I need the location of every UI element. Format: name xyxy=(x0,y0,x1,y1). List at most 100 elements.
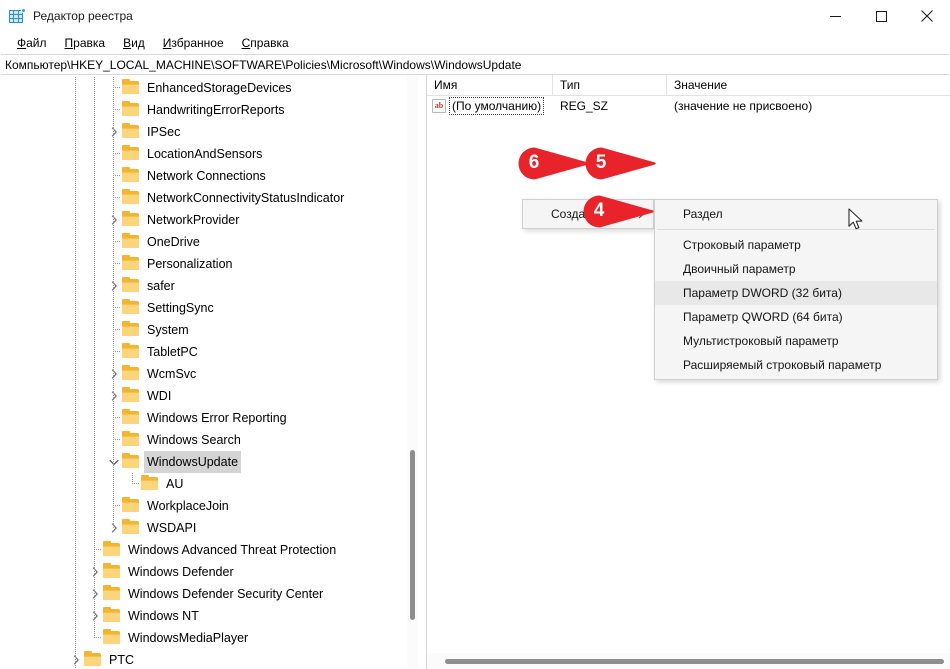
tree-item-networkprovider[interactable]: NetworkProvider xyxy=(0,209,399,231)
chevron-right-icon[interactable] xyxy=(87,561,103,583)
tree-connector xyxy=(106,77,122,99)
tree-item-windows-error-reporting[interactable]: Windows Error Reporting xyxy=(0,407,399,429)
tree-connector xyxy=(87,627,103,649)
submenu-item-label: Расширяемый строковый параметр xyxy=(683,358,882,372)
menu-item-view[interactable]: Вид xyxy=(114,32,154,54)
tree-item-label: Windows Error Reporting xyxy=(147,411,287,425)
folder-icon xyxy=(122,167,139,183)
tree-item-label: IPSec xyxy=(147,125,181,139)
chevron-right-icon[interactable] xyxy=(68,649,84,669)
tree-item-label: WorkplaceJoin xyxy=(147,499,229,513)
tree-item-enhancedstoragedevices[interactable]: EnhancedStorageDevices xyxy=(0,77,399,99)
minimize-icon[interactable] xyxy=(812,0,858,32)
tree-item-windows-defender-security-center[interactable]: Windows Defender Security Center xyxy=(0,583,399,605)
menu-item-view-rest: ид xyxy=(131,36,145,50)
tree-item-settingsync[interactable]: SettingSync xyxy=(0,297,399,319)
chevron-right-icon[interactable] xyxy=(87,583,103,605)
registry-editor-icon xyxy=(9,8,26,24)
tree-item-onedrive[interactable]: OneDrive xyxy=(0,231,399,253)
tree-item-handwritingerrorreports[interactable]: HandwritingErrorReports xyxy=(0,99,399,121)
tree-item-wsdapi[interactable]: WSDAPI xyxy=(0,517,399,539)
chevron-right-icon[interactable] xyxy=(106,363,122,385)
tree-item-windows-advanced-threat-protection[interactable]: Windows Advanced Threat Protection xyxy=(0,539,399,561)
submenu-item-6[interactable]: Расширяемый строковый параметр xyxy=(655,353,937,377)
tree-item-windows-search[interactable]: Windows Search xyxy=(0,429,399,451)
menu-item-help-rest: правка xyxy=(250,36,289,50)
tree-item-ptc[interactable]: PTC xyxy=(0,649,399,669)
registry-tree-scroll: EnhancedStorageDevices HandwritingErrorRe… xyxy=(0,75,399,669)
tree-item-windows-nt[interactable]: Windows NT xyxy=(0,605,399,627)
menu-item-favorites[interactable]: Избранное xyxy=(154,32,233,54)
chevron-right-icon[interactable] xyxy=(106,385,122,407)
tree-connector xyxy=(106,319,122,341)
folder-icon xyxy=(103,563,120,579)
value-name-cell[interactable]: ab (По умолчанию) xyxy=(427,97,553,115)
tree-item-label: Windows NT xyxy=(128,609,199,623)
registry-tree: EnhancedStorageDevices HandwritingErrorRe… xyxy=(0,75,399,669)
column-header-name[interactable]: Имя xyxy=(427,75,553,95)
submenu-item-label: Параметр QWORD (64 бита) xyxy=(683,310,843,324)
folder-icon xyxy=(122,365,139,381)
context-menu-item-new[interactable]: Создать xyxy=(523,202,653,226)
tree-item-safer[interactable]: safer xyxy=(0,275,399,297)
tree-item-label: LocationAndSensors xyxy=(147,147,263,161)
submenu-item-0[interactable]: Раздел xyxy=(655,202,937,226)
folder-icon xyxy=(141,475,158,491)
values-horizontal-scrollbar[interactable] xyxy=(427,652,950,669)
tree-item-network-connections[interactable]: Network Connections xyxy=(0,165,399,187)
chevron-down-icon[interactable] xyxy=(106,451,122,473)
tree-scrollbar-thumb[interactable] xyxy=(410,450,415,620)
tree-connector xyxy=(106,429,122,451)
menu-item-edit[interactable]: Правка xyxy=(56,32,115,54)
close-icon[interactable] xyxy=(904,0,950,32)
tree-item-system[interactable]: System xyxy=(0,319,399,341)
tree-item-locationandsensors[interactable]: LocationAndSensors xyxy=(0,143,399,165)
table-row[interactable]: ab (По умолчанию) REG_SZ (значение не пр… xyxy=(427,96,950,116)
tree-item-windowsupdate[interactable]: WindowsUpdate xyxy=(0,451,399,473)
chevron-right-icon[interactable] xyxy=(106,275,122,297)
chevron-right-icon[interactable] xyxy=(87,605,103,627)
tree-item-wcmsvc[interactable]: WcmSvc xyxy=(0,363,399,385)
tree-item-label: Network Connections xyxy=(147,169,266,183)
tree-item-label: WDI xyxy=(147,389,172,403)
submenu-item-4[interactable]: Параметр QWORD (64 бита) xyxy=(655,305,937,329)
tree-item-label: SettingSync xyxy=(147,301,214,315)
tree-item-label: Windows Defender Security Center xyxy=(128,587,324,601)
submenu-item-2[interactable]: Двоичный параметр xyxy=(655,257,937,281)
submenu-item-1[interactable]: Строковый параметр xyxy=(655,233,937,257)
tree-connector xyxy=(106,407,122,429)
menu-item-file-rest: айл xyxy=(26,36,47,50)
address-bar[interactable]: Компьютер\HKEY_LOCAL_MACHINE\SOFTWARE\Po… xyxy=(1,54,949,75)
tree-item-label: WindowsMediaPlayer xyxy=(128,631,249,645)
menu-item-file[interactable]: Файл xyxy=(8,32,56,54)
submenu-item-3[interactable]: Параметр DWORD (32 бита) xyxy=(655,281,937,305)
tree-item-workplacejoin[interactable]: WorkplaceJoin xyxy=(0,495,399,517)
folder-icon xyxy=(122,497,139,513)
tree-item-wdi[interactable]: WDI xyxy=(0,385,399,407)
folder-icon xyxy=(122,453,139,469)
menu-item-help[interactable]: Справка xyxy=(233,32,298,54)
folder-icon xyxy=(103,541,120,557)
tree-connector xyxy=(106,495,122,517)
folder-icon xyxy=(103,629,120,645)
title-bar: Редактор реестра xyxy=(0,0,950,32)
maximize-icon[interactable] xyxy=(858,0,904,32)
menu-item-favorites-rest: збранное xyxy=(171,36,224,50)
values-scrollbar-thumb[interactable] xyxy=(445,659,944,664)
tree-item-tabletpc[interactable]: TabletPC xyxy=(0,341,399,363)
column-header-type[interactable]: Тип xyxy=(553,75,667,95)
tree-item-windowsmediaplayer[interactable]: WindowsMediaPlayer xyxy=(0,627,399,649)
tree-item-ipsec[interactable]: IPSec xyxy=(0,121,399,143)
folder-icon xyxy=(122,519,139,535)
chevron-right-icon[interactable] xyxy=(106,517,122,539)
tree-vertical-scrollbar[interactable] xyxy=(407,75,418,669)
tree-item-au[interactable]: AU xyxy=(0,473,399,495)
column-header-value[interactable]: Значение xyxy=(667,75,950,95)
tree-item-personalization[interactable]: Personalization xyxy=(0,253,399,275)
tree-item-windows-defender[interactable]: Windows Defender xyxy=(0,561,399,583)
chevron-right-icon[interactable] xyxy=(106,121,122,143)
tree-item-networkconnectivitystatusindicator[interactable]: NetworkConnectivityStatusIndicator xyxy=(0,187,399,209)
chevron-right-icon[interactable] xyxy=(106,209,122,231)
folder-icon xyxy=(122,343,139,359)
submenu-item-5[interactable]: Мультистроковый параметр xyxy=(655,329,937,353)
